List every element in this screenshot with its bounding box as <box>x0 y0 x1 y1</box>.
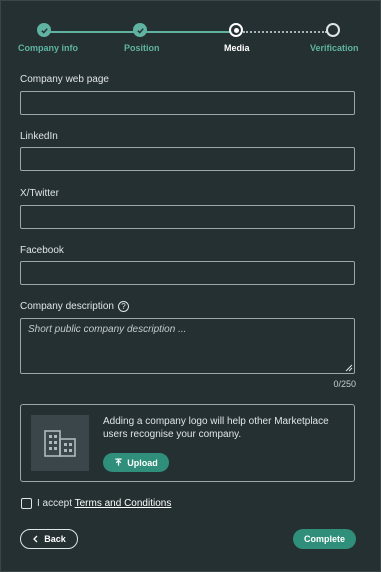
step-3-current-icon <box>229 23 243 37</box>
linkedin-input[interactable] <box>20 147 355 171</box>
help-icon[interactable]: ? <box>118 301 129 312</box>
logo-upload-card: Adding a company logo will help other Ma… <box>20 404 355 482</box>
web-page-input[interactable] <box>20 91 355 115</box>
description-label: Company description <box>20 301 114 312</box>
terms-link[interactable]: Terms and Conditions <box>75 498 172 509</box>
step-label-media: Media <box>224 43 250 53</box>
progress-stepper: Company info Position Media Verification <box>1 1 380 61</box>
step-label-company-info: Company info <box>18 43 78 53</box>
resize-handle-icon[interactable] <box>344 363 353 372</box>
step-2-check-icon <box>133 23 147 37</box>
logo-placeholder <box>31 415 89 471</box>
description-textarea[interactable] <box>20 318 355 374</box>
web-page-label: Company web page <box>20 74 109 85</box>
twitter-input[interactable] <box>20 205 355 229</box>
stepper-line-3 <box>243 31 327 33</box>
twitter-label: X/Twitter <box>20 188 59 199</box>
building-icon <box>44 430 76 457</box>
accept-prefix: I accept <box>37 498 75 509</box>
upload-icon <box>115 458 122 466</box>
chevron-left-icon <box>33 535 38 543</box>
accept-terms-checkbox[interactable] <box>21 498 32 509</box>
accept-terms-text: I accept Terms and Conditions <box>37 498 171 509</box>
stepper-line-1 <box>44 31 140 33</box>
back-button[interactable]: Back <box>20 529 78 549</box>
logo-hint-text: Adding a company logo will help other Ma… <box>103 416 329 440</box>
character-counter: 0/250 <box>333 379 356 389</box>
step-1-check-icon <box>37 23 51 37</box>
media-form-panel: Company info Position Media Verification… <box>0 0 381 572</box>
upload-label: Upload <box>127 457 158 468</box>
upload-button[interactable]: Upload <box>103 453 169 472</box>
step-label-position: Position <box>124 43 160 53</box>
step-4-pending-icon <box>326 23 340 37</box>
facebook-label: Facebook <box>20 245 64 256</box>
linkedin-label: LinkedIn <box>20 131 58 142</box>
step-label-verification: Verification <box>310 43 359 53</box>
stepper-line-2 <box>140 31 236 33</box>
back-label: Back <box>44 534 66 544</box>
facebook-input[interactable] <box>20 261 355 285</box>
complete-button[interactable]: Complete <box>293 529 356 549</box>
